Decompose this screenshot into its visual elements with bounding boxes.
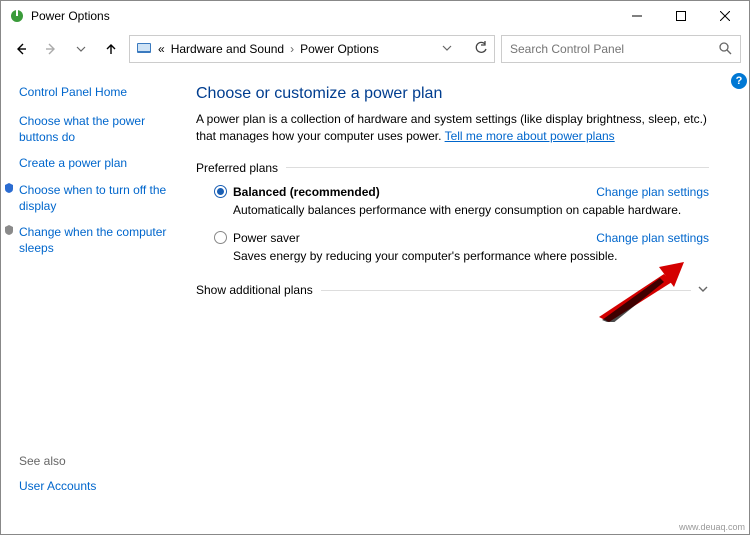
control-panel-icon <box>136 40 152 59</box>
breadcrumb-prefix: « <box>158 42 165 56</box>
nav-bar: « Hardware and Sound › Power Options <box>1 31 749 67</box>
see-also-link-label: User Accounts <box>19 478 96 494</box>
forward-button[interactable] <box>39 37 63 61</box>
recent-dropdown[interactable] <box>69 37 93 61</box>
up-button[interactable] <box>99 37 123 61</box>
title-bar: Power Options <box>1 1 749 31</box>
sidebar-link-computer-sleeps[interactable]: Change when the computer sleeps <box>19 224 176 256</box>
shield-icon <box>3 182 17 214</box>
plan-power-saver: Power saver Change plan settings Saves e… <box>214 231 709 263</box>
refresh-button[interactable] <box>474 41 488 58</box>
annotation-arrow <box>594 262 684 322</box>
change-plan-settings-link[interactable]: Change plan settings <box>596 231 709 245</box>
plan-radio-balanced[interactable] <box>214 185 227 198</box>
plan-name[interactable]: Power saver <box>233 231 300 245</box>
app-icon <box>9 8 25 24</box>
sidebar-link-power-buttons[interactable]: Choose what the power buttons do <box>19 113 176 145</box>
control-panel-home-link[interactable]: Control Panel Home <box>19 85 176 99</box>
sidebar: Control Panel Home Choose what the power… <box>1 67 186 534</box>
plan-radio-power-saver[interactable] <box>214 231 227 244</box>
see-also-user-accounts[interactable]: User Accounts <box>19 478 176 494</box>
search-input[interactable] <box>510 42 718 56</box>
window-title: Power Options <box>31 9 615 23</box>
plan-description: Automatically balances performance with … <box>233 203 709 217</box>
main-content: Choose or customize a power plan A power… <box>186 67 749 534</box>
breadcrumb-sep: › <box>290 42 294 56</box>
breadcrumb-parent[interactable]: Hardware and Sound <box>171 42 284 56</box>
address-dropdown-icon[interactable] <box>442 42 452 56</box>
breadcrumb-current[interactable]: Power Options <box>300 42 379 56</box>
close-button[interactable] <box>703 1 747 31</box>
search-icon[interactable] <box>718 41 732 58</box>
sidebar-link-label: Create a power plan <box>19 155 127 171</box>
back-button[interactable] <box>9 37 33 61</box>
chevron-down-icon <box>691 283 709 298</box>
page-description: A power plan is a collection of hardware… <box>196 111 709 145</box>
sidebar-link-create-plan[interactable]: Create a power plan <box>19 155 176 171</box>
plan-balanced: Balanced (recommended) Change plan setti… <box>214 185 709 217</box>
watermark: www.deuaq.com <box>679 522 745 532</box>
preferred-plans-header: Preferred plans <box>196 161 709 175</box>
plan-name[interactable]: Balanced (recommended) <box>233 185 380 199</box>
plan-description: Saves energy by reducing your computer's… <box>233 249 709 263</box>
sidebar-link-turn-off-display[interactable]: Choose when to turn off the display <box>19 182 176 214</box>
page-title: Choose or customize a power plan <box>196 85 709 103</box>
change-plan-settings-link[interactable]: Change plan settings <box>596 185 709 199</box>
address-bar[interactable]: « Hardware and Sound › Power Options <box>129 35 495 63</box>
sidebar-link-label: Change when the computer sleeps <box>19 224 176 256</box>
maximize-button[interactable] <box>659 1 703 31</box>
minimize-button[interactable] <box>615 1 659 31</box>
sidebar-link-label: Choose what the power buttons do <box>19 113 176 145</box>
learn-more-link[interactable]: Tell me more about power plans <box>445 129 615 143</box>
see-also-label: See also <box>19 454 176 468</box>
window-controls <box>615 1 747 31</box>
shield-icon <box>3 224 17 256</box>
sidebar-link-label: Choose when to turn off the display <box>19 182 176 214</box>
search-box[interactable] <box>501 35 741 63</box>
